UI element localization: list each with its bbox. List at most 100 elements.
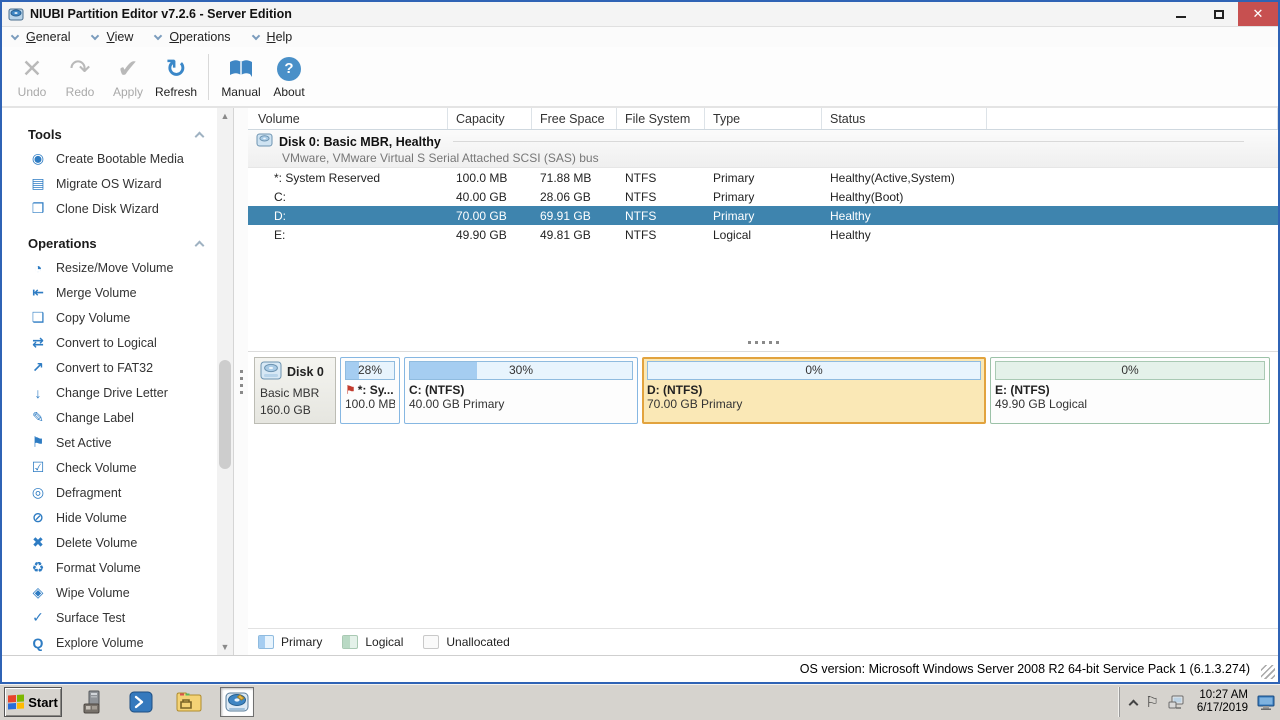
main-panel: Volume Capacity Free Space File System T… (248, 108, 1278, 655)
disk-map: Disk 0 Basic MBR 160.0 GB 28% ⚑*: Sy... … (248, 352, 1278, 428)
undo-button[interactable]: ✕ Undo (8, 50, 56, 104)
cd-icon: ◉ (28, 150, 48, 167)
close-button[interactable]: ✕ (1238, 2, 1278, 26)
cell-type: Primary (705, 187, 822, 206)
volume-row-system-reserved[interactable]: *: System Reserved 100.0 MB 71.88 MB NTF… (248, 168, 1278, 187)
sidebar-item-label: Wipe Volume (56, 586, 130, 600)
sidebar-item-label: Set Active (56, 436, 112, 450)
operations-section-header[interactable]: Operations (2, 231, 217, 255)
sidebar-item-copy-volume[interactable]: ❏Copy Volume (2, 305, 217, 330)
collapse-chevron-icon (195, 131, 205, 141)
sidebar-item-convert-to-logical[interactable]: ⇄Convert to Logical (2, 330, 217, 355)
niubi-partition-editor-taskbar-icon[interactable] (220, 687, 254, 717)
panel-splitter-handle[interactable] (234, 108, 248, 655)
undo-icon: ✕ (22, 54, 43, 84)
check-underline-icon: ✓ (28, 609, 48, 626)
sidebar-item-wipe-volume[interactable]: ◈Wipe Volume (2, 580, 217, 605)
column-header-capacity[interactable]: Capacity (448, 108, 532, 129)
windows-logo-icon (8, 694, 24, 709)
sidebar-item-convert-to-fat32[interactable]: ↗Convert to FAT32 (2, 355, 217, 380)
sidebar-item-change-label[interactable]: ✎Change Label (2, 405, 217, 430)
tray-time: 10:27 AM (1197, 689, 1248, 702)
about-button[interactable]: ? About (265, 50, 313, 104)
column-header-status[interactable]: Status (822, 108, 987, 129)
sidebar-item-set-active[interactable]: ⚑Set Active (2, 430, 217, 455)
partition-label: C: (NTFS) (409, 383, 633, 397)
sidebar-item-create-bootable-media[interactable]: ◉ Create Bootable Media (2, 146, 217, 171)
partition-block-e[interactable]: 0% E: (NTFS) 49.90 GB Logical (990, 357, 1270, 424)
convert-arrows-icon: ⇄ (28, 334, 48, 351)
cell-file-system: NTFS (617, 225, 705, 244)
scrollbar-thumb[interactable] (219, 360, 231, 469)
sidebar-item-explore-volume[interactable]: QExplore Volume (2, 630, 217, 655)
sidebar-item-label: Resize/Move Volume (56, 261, 173, 275)
sidebar-item-format-volume[interactable]: ♻Format Volume (2, 555, 217, 580)
volume-row-e[interactable]: E: 49.90 GB 49.81 GB NTFS Logical Health… (248, 225, 1278, 244)
partition-label: D: (NTFS) (647, 383, 981, 397)
column-header-free-space[interactable]: Free Space (532, 108, 617, 129)
column-header-volume[interactable]: Volume (248, 108, 448, 129)
sidebar-item-label: Copy Volume (56, 311, 130, 325)
sidebar-item-delete-volume[interactable]: ✖Delete Volume (2, 530, 217, 555)
desktop: NIUBI Partition Editor v7.2.6 - Server E… (0, 0, 1280, 720)
minimize-button[interactable] (1162, 2, 1200, 26)
network-icon[interactable] (1167, 694, 1185, 710)
menu-help[interactable]: Help (253, 30, 293, 44)
usage-bar: 0% (647, 361, 981, 380)
tools-section-header[interactable]: Tools (2, 122, 217, 146)
toolbar: ✕ Undo ↷ Redo ✔ Apply ↻ Refresh Manual (2, 47, 1278, 108)
apply-button[interactable]: ✔ Apply (104, 50, 152, 104)
menu-general[interactable]: General (12, 30, 70, 44)
volume-row-d-selected[interactable]: D: 70.00 GB 69.91 GB NTFS Primary Health… (248, 206, 1278, 225)
redo-icon: ↷ (70, 54, 91, 84)
manual-button[interactable]: Manual (217, 50, 265, 104)
show-desktop-icon[interactable] (1256, 694, 1276, 711)
manual-book-icon (228, 54, 254, 84)
sidebar-item-label: Create Bootable Media (56, 152, 184, 166)
disk-layout: Basic MBR (260, 386, 335, 400)
show-hidden-icons-chevron[interactable] (1129, 699, 1139, 709)
hidden-eye-icon: ⊘ (28, 509, 48, 526)
sidebar-item-defragment[interactable]: ◎Defragment (2, 480, 217, 505)
partition-block-system-reserved[interactable]: 28% ⚑*: Sy... 100.0 MB (340, 357, 400, 424)
chevron-down-icon (251, 31, 259, 39)
scroll-down-arrow-icon[interactable]: ▼ (217, 639, 233, 655)
sidebar-scrollbar[interactable]: ▲ ▼ (217, 108, 233, 655)
volume-row-c[interactable]: C: 40.00 GB 28.06 GB NTFS Primary Health… (248, 187, 1278, 206)
clock[interactable]: 10:27 AM 6/17/2019 (1197, 689, 1248, 715)
sidebar-item-check-volume[interactable]: ☑Check Volume (2, 455, 217, 480)
maximize-button[interactable] (1200, 2, 1238, 26)
redo-button[interactable]: ↷ Redo (56, 50, 104, 104)
action-center-flag-icon[interactable]: ⚐ (1145, 693, 1158, 711)
column-header-type[interactable]: Type (705, 108, 822, 129)
sidebar-item-resize-move-volume[interactable]: ◔Resize/Move Volume (2, 255, 217, 280)
system-tray: ⚐ 10:27 AM 6/17/2019 (1119, 687, 1278, 717)
sidebar-item-change-drive-letter[interactable]: ↓Change Drive Letter (2, 380, 217, 405)
map-splitter-handle[interactable] (248, 335, 1278, 351)
scroll-up-arrow-icon[interactable]: ▲ (217, 108, 233, 124)
menu-view[interactable]: View (92, 30, 133, 44)
start-button[interactable]: Start (4, 687, 62, 717)
disk-name: Disk 0 (287, 365, 324, 379)
refresh-button[interactable]: ↻ Refresh (152, 50, 200, 104)
sidebar-item-surface-test[interactable]: ✓Surface Test (2, 605, 217, 630)
sidebar-item-label: Defragment (56, 486, 121, 500)
sidebar-item-migrate-os-wizard[interactable]: ▤Migrate OS Wizard (2, 171, 217, 196)
disk-group-row[interactable]: Disk 0: Basic MBR, Healthy VMware, VMwar… (248, 130, 1278, 168)
disk-group-subtitle: VMware, VMware Virtual S Serial Attached… (282, 151, 1270, 165)
menu-operations[interactable]: Operations (155, 30, 230, 44)
cell-type: Primary (705, 206, 822, 225)
disk0-block[interactable]: Disk 0 Basic MBR 160.0 GB (254, 357, 336, 424)
server-manager-taskbar-icon[interactable] (76, 687, 110, 717)
column-header-file-system[interactable]: File System (617, 108, 705, 129)
powershell-taskbar-icon[interactable] (124, 687, 158, 717)
sidebar-item-clone-disk-wizard[interactable]: ❐Clone Disk Wizard (2, 196, 217, 221)
cell-file-system: NTFS (617, 168, 705, 187)
partition-block-d-selected[interactable]: 0% D: (NTFS) 70.00 GB Primary (642, 357, 986, 424)
sidebar-item-merge-volume[interactable]: ⇤Merge Volume (2, 280, 217, 305)
resize-grip[interactable] (1261, 665, 1275, 679)
sidebar-item-label: Change Label (56, 411, 134, 425)
sidebar-item-hide-volume[interactable]: ⊘Hide Volume (2, 505, 217, 530)
file-explorer-taskbar-icon[interactable] (172, 687, 206, 717)
partition-block-c[interactable]: 30% C: (NTFS) 40.00 GB Primary (404, 357, 638, 424)
